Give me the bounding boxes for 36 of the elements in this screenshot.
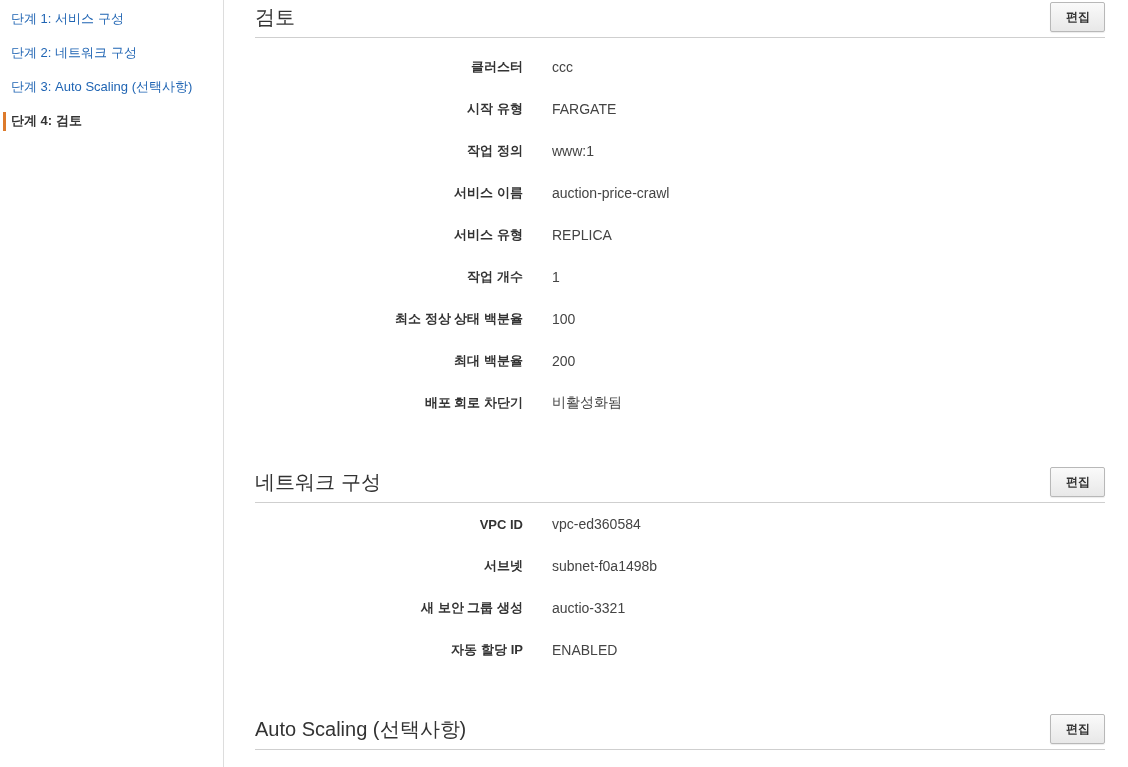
field-value: ccc <box>552 59 573 75</box>
field-value: 100 <box>552 311 576 327</box>
field-label: 최대 백분율 <box>454 352 523 370</box>
field-value: 비활성화됨 <box>552 394 622 412</box>
field-label: 자동 할당 IP <box>451 641 523 659</box>
field-value: FARGATE <box>552 101 617 117</box>
field-label: 시작 유형 <box>467 100 523 118</box>
field-value: ENABLED <box>552 642 618 658</box>
field-value: REPLICA <box>552 227 612 243</box>
field-label: VPC ID <box>479 516 523 532</box>
section-title: Auto Scaling (선택사항) <box>255 717 467 742</box>
field-label: 서비스 이름 <box>454 184 523 202</box>
field-value: vpc-ed360584 <box>552 516 641 532</box>
step-link[interactable]: 단계 2: 네트워크 구성 <box>11 44 137 62</box>
field-value: 200 <box>552 353 576 369</box>
field-label: 배포 회로 차단기 <box>424 394 523 412</box>
edit-button[interactable]: 편집 <box>1050 467 1105 497</box>
step-link[interactable]: 단계 4: 검토 <box>11 112 82 130</box>
step-link[interactable]: 단계 3: Auto Scaling (선택사항) <box>11 78 193 96</box>
field-value: auctio-3321 <box>552 600 626 616</box>
field-value: 1 <box>552 269 560 285</box>
step-link[interactable]: 단계 1: 서비스 구성 <box>11 10 124 28</box>
field-value: auction-price-crawl <box>552 185 670 201</box>
field-label: 새 보안 그룹 생성 <box>421 599 523 617</box>
field-label: 클러스터 <box>471 58 523 76</box>
field-label: 최소 정상 상태 백분율 <box>395 310 523 328</box>
field-value: www:1 <box>552 143 594 159</box>
field-label: 작업 개수 <box>467 268 523 286</box>
section-title: 네트워크 구성 <box>255 470 381 495</box>
edit-button[interactable]: 편집 <box>1050 2 1105 32</box>
field-label: 서비스 유형 <box>454 226 523 244</box>
field-label: 작업 정의 <box>467 142 523 160</box>
section-title: 검토 <box>255 5 295 30</box>
field-value: subnet-f0a1498b <box>552 558 658 574</box>
edit-button[interactable]: 편집 <box>1050 714 1105 744</box>
field-label: 서브넷 <box>484 557 523 575</box>
